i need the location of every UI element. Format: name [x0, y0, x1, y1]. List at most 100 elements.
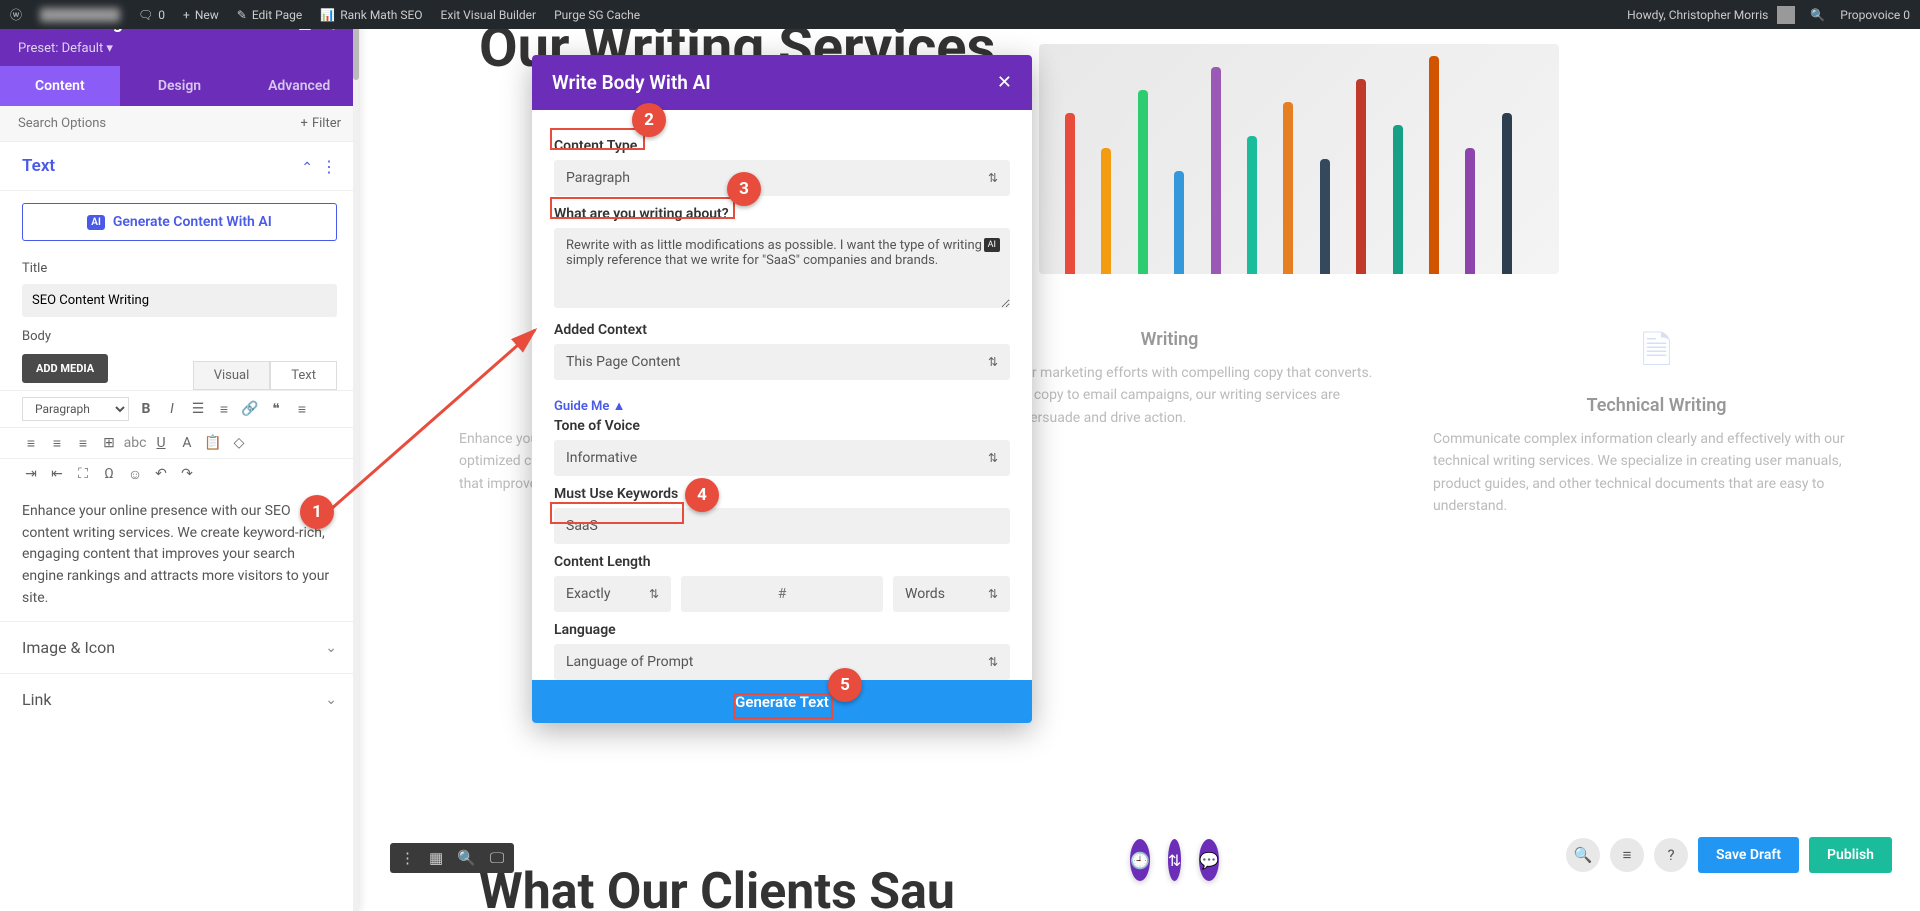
- vb-zoom-icon[interactable]: 🔍: [457, 849, 476, 867]
- section-image-icon-toggle[interactable]: Image & Icon ⌄: [0, 621, 359, 673]
- special-char-icon[interactable]: Ω: [100, 465, 118, 483]
- settings-sidebar: Blurb Settings ⛶ ◧ ⋮ Preset: Default ▾ C…: [0, 0, 359, 911]
- generate-content-ai-button[interactable]: AI Generate Content With AI: [22, 203, 337, 241]
- vb-wireframe-icon[interactable]: ▦: [429, 849, 443, 867]
- section-link-toggle[interactable]: Link ⌄: [0, 673, 359, 725]
- align-left-icon[interactable]: ≡: [22, 434, 40, 452]
- quote-icon[interactable]: ❝: [267, 400, 285, 418]
- fab-history[interactable]: 🕘: [1130, 839, 1150, 881]
- edit-page-link[interactable]: ✎ Edit Page: [237, 8, 303, 22]
- outdent-icon[interactable]: ⇤: [48, 465, 66, 483]
- search-options-input[interactable]: [18, 116, 301, 131]
- ol-icon[interactable]: ≡: [215, 400, 233, 418]
- ai-icon: AI: [87, 215, 105, 230]
- tab-content[interactable]: Content: [0, 66, 120, 106]
- underline-icon[interactable]: U: [152, 434, 170, 452]
- title-input[interactable]: [22, 284, 337, 317]
- options-icon[interactable]: ⋮: [321, 157, 337, 176]
- title-label: Title: [0, 253, 359, 280]
- service-card: 🗎 Technical Writing Communicate complex …: [1433, 329, 1880, 518]
- chevron-up-icon: ⌃: [301, 160, 313, 176]
- keywords-label: Must Use Keywords: [554, 486, 1010, 502]
- vb-menu-icon[interactable]: ⋮: [400, 849, 415, 867]
- vb-toolbar: ⋮ ▦ 🔍 🖵: [390, 843, 514, 873]
- chevron-down-icon: ⌄: [325, 692, 337, 708]
- callout-4: 4: [685, 478, 719, 512]
- body-label: Body: [0, 321, 359, 348]
- new-link[interactable]: + New: [183, 8, 219, 22]
- purge-cache-link[interactable]: Purge SG Cache: [554, 8, 640, 22]
- text-color-icon[interactable]: A: [178, 434, 196, 452]
- generate-bar[interactable]: Generate Text: [532, 680, 1032, 723]
- guide-me-toggle[interactable]: Guide Me ▲: [554, 398, 626, 414]
- chevron-down-icon: ⌄: [325, 640, 337, 656]
- generate-text-button[interactable]: Generate Text: [735, 693, 829, 711]
- bold-icon[interactable]: B: [137, 400, 155, 418]
- section-text-title: Text: [22, 156, 55, 176]
- search-icon[interactable]: 🔍: [1810, 8, 1825, 22]
- editor-toolbar-3: ⇥ ⇤ ⛶ Ω ☺ ↶ ↷: [0, 458, 359, 489]
- align-center-icon[interactable]: ≡: [48, 434, 66, 452]
- ul-icon[interactable]: ☰: [189, 400, 207, 418]
- language-label: Language: [554, 622, 1010, 638]
- strike-icon[interactable]: abc: [126, 434, 144, 452]
- format-select[interactable]: Paragraph: [22, 397, 129, 421]
- emoji-icon[interactable]: ☺: [126, 465, 144, 483]
- page-headline-2: What Our Clients Sau: [479, 863, 955, 911]
- keywords-input[interactable]: [554, 508, 1010, 544]
- search-button[interactable]: 🔍: [1566, 838, 1600, 872]
- layers-button[interactable]: ≡: [1610, 838, 1644, 872]
- added-context-select[interactable]: This Page Content: [554, 344, 1010, 380]
- section-text-toggle[interactable]: Text ⌃ ⋮: [22, 156, 337, 176]
- writing-about-label: What are you writing about?: [554, 206, 1010, 222]
- length-unit-select[interactable]: Words: [893, 576, 1010, 612]
- close-icon[interactable]: ✕: [997, 72, 1012, 93]
- editor-tab-text[interactable]: Text: [270, 361, 337, 390]
- tone-label: Tone of Voice: [554, 418, 1010, 434]
- add-media-button[interactable]: ADD MEDIA: [22, 354, 108, 383]
- link-icon[interactable]: 🔗: [241, 400, 259, 418]
- writing-about-textarea[interactable]: Rewrite with as little modifications as …: [554, 228, 1010, 308]
- table-icon[interactable]: ⊞: [100, 434, 118, 452]
- content-type-select[interactable]: Paragraph: [554, 160, 1010, 196]
- tab-design[interactable]: Design: [120, 66, 240, 106]
- undo-icon[interactable]: ↶: [152, 465, 170, 483]
- align-icon[interactable]: ≡: [293, 400, 311, 418]
- exit-vb-link[interactable]: Exit Visual Builder: [441, 8, 537, 22]
- ai-modal: Write Body With AI ✕ Content Type Paragr…: [532, 55, 1032, 723]
- comments-count: 0: [158, 8, 165, 22]
- vb-desktop-icon[interactable]: 🖵: [490, 849, 504, 867]
- filter-button[interactable]: + Filter: [301, 116, 341, 131]
- fullscreen-icon[interactable]: ⛶: [74, 465, 92, 483]
- save-draft-button[interactable]: Save Draft: [1698, 837, 1799, 873]
- length-number-input[interactable]: [681, 576, 883, 612]
- paste-icon[interactable]: 📋: [204, 434, 222, 452]
- clear-icon[interactable]: ◇: [230, 434, 248, 452]
- tab-advanced[interactable]: Advanced: [239, 66, 359, 106]
- comments-link[interactable]: 🗨 0: [138, 8, 165, 22]
- publish-button[interactable]: Publish: [1809, 837, 1892, 873]
- editor-tab-visual[interactable]: Visual: [193, 361, 271, 390]
- indent-icon[interactable]: ⇥: [22, 465, 40, 483]
- length-mode-select[interactable]: Exactly: [554, 576, 671, 612]
- redo-icon[interactable]: ↷: [178, 465, 196, 483]
- align-right-icon[interactable]: ≡: [74, 434, 92, 452]
- editor-toolbar: Paragraph B I ☰ ≡ 🔗 ❝ ≡: [0, 390, 359, 427]
- wp-logo-icon[interactable]: ⓦ: [10, 6, 22, 23]
- rank-math-link[interactable]: 📊 Rank Math SEO: [320, 8, 422, 22]
- sidebar-scrollbar[interactable]: [353, 0, 359, 911]
- language-select[interactable]: Language of Prompt: [554, 644, 1010, 680]
- tone-select[interactable]: Informative: [554, 440, 1010, 476]
- wp-admin-bar: ⓦ 🗨 0 + New ✎ Edit Page 📊 Rank Math SEO …: [0, 0, 1920, 29]
- callout-3: 3: [727, 172, 761, 206]
- added-context-label: Added Context: [554, 322, 1010, 338]
- italic-icon[interactable]: I: [163, 400, 181, 418]
- ai-badge-icon[interactable]: AI: [984, 238, 1000, 252]
- hero-image: [1039, 44, 1559, 274]
- modal-title: Write Body With AI: [552, 71, 711, 94]
- propovoice-link[interactable]: Propovoice 0: [1840, 8, 1910, 22]
- howdy-user[interactable]: Howdy, Christopher Morris: [1627, 6, 1795, 24]
- site-name[interactable]: [40, 8, 120, 22]
- help-button[interactable]: ?: [1654, 838, 1688, 872]
- preset-selector[interactable]: Preset: Default ▾: [0, 41, 359, 66]
